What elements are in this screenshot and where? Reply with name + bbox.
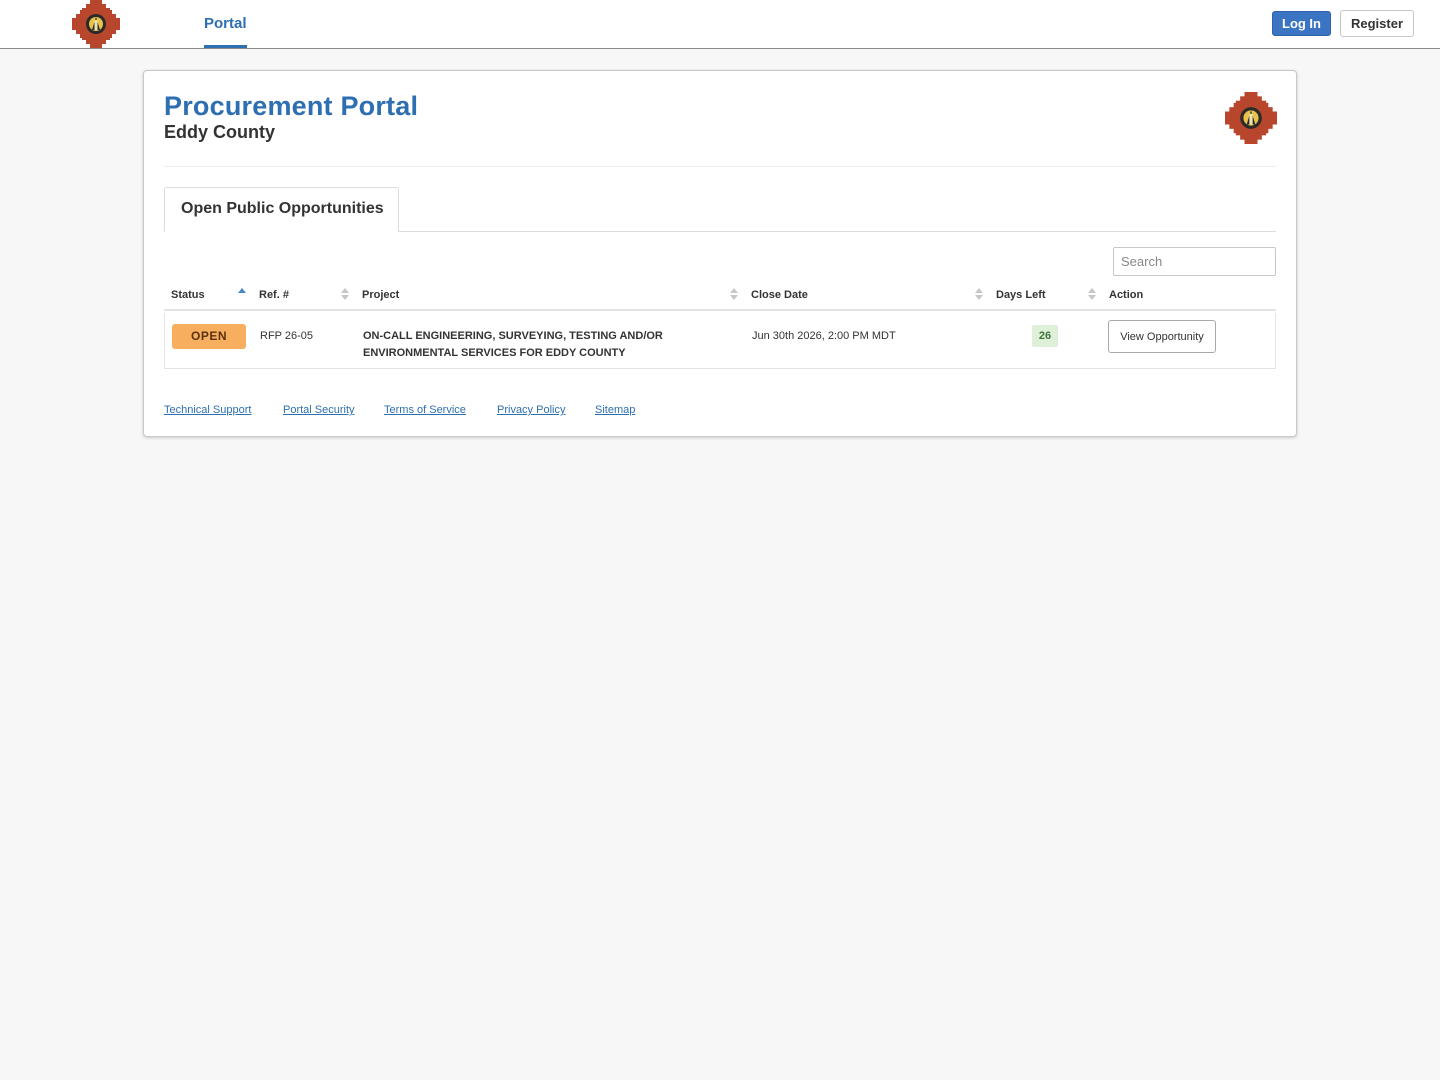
project-name: ON-CALL ENGINEERING, SURVEYING, TESTING …: [363, 328, 713, 362]
register-button[interactable]: Register: [1340, 10, 1414, 37]
link-terms-of-service[interactable]: Terms of Service: [384, 404, 466, 416]
column-header-project[interactable]: Project: [362, 289, 399, 301]
column-header-close-date[interactable]: Close Date: [751, 289, 808, 301]
link-portal-security[interactable]: Portal Security: [283, 404, 355, 416]
sort-icon[interactable]: [975, 288, 983, 302]
sort-ascending-icon[interactable]: [238, 288, 246, 302]
link-sitemap[interactable]: Sitemap: [595, 404, 635, 416]
ref-number: RFP 26-05: [260, 330, 313, 342]
status-badge: OPEN: [172, 324, 246, 349]
eddy-county-seal-icon: [1225, 92, 1277, 144]
portal-card: Procurement Portal Eddy County Open Publ…: [143, 70, 1297, 437]
link-technical-support[interactable]: Technical Support: [164, 404, 251, 416]
search-input[interactable]: [1113, 247, 1276, 276]
view-opportunity-button[interactable]: View Opportunity: [1108, 320, 1216, 353]
eddy-county-seal-icon[interactable]: [72, 0, 120, 48]
project-name-line: ON-CALL ENGINEERING, SURVEYING, TESTING …: [363, 330, 663, 342]
login-button[interactable]: Log In: [1272, 11, 1331, 36]
column-header-action: Action: [1109, 289, 1144, 301]
header-divider: [164, 166, 1276, 167]
close-date: Jun 30th 2026, 2:00 PM MDT: [752, 330, 896, 342]
column-header-days-left[interactable]: Days Left: [996, 289, 1046, 301]
sort-icon[interactable]: [1088, 288, 1096, 302]
nav-tab-portal[interactable]: Portal: [204, 0, 247, 48]
column-header-status[interactable]: Status: [171, 289, 205, 301]
column-header-ref[interactable]: Ref. #: [259, 289, 289, 301]
sort-icon[interactable]: [730, 288, 738, 302]
table-header: Status Ref. # Project Close Date Days Le…: [164, 285, 1276, 311]
page-title: Procurement Portal: [164, 91, 419, 121]
tab-open-public-opportunities[interactable]: Open Public Opportunities: [164, 187, 399, 232]
link-privacy-policy[interactable]: Privacy Policy: [497, 404, 565, 416]
project-name-line: ENVIRONMENTAL SERVICES FOR EDDY COUNTY: [363, 347, 626, 359]
sort-icon[interactable]: [341, 288, 349, 302]
top-navbar: Portal Log In Register: [0, 0, 1440, 49]
table-row: OPEN RFP 26-05 ON-CALL ENGINEERING, SURV…: [164, 313, 1276, 369]
page-subtitle: Eddy County: [164, 122, 275, 142]
days-left-badge: 26: [1032, 325, 1058, 347]
